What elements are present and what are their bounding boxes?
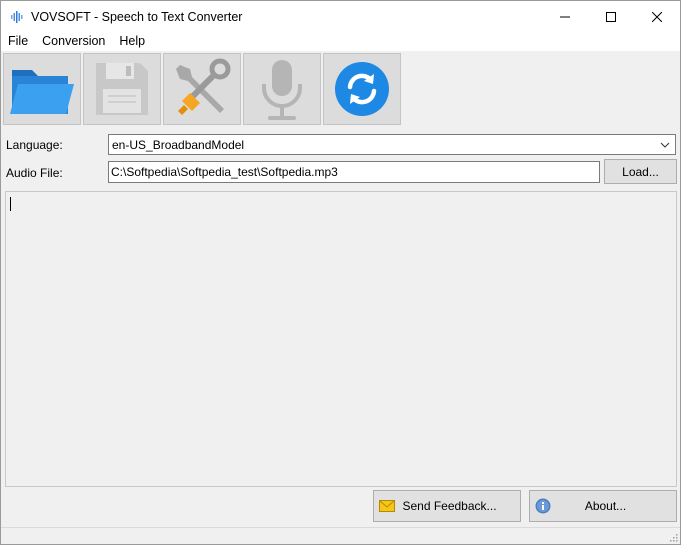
menu-help[interactable]: Help xyxy=(112,32,152,51)
floppy-disk-icon xyxy=(96,63,148,115)
about-button[interactable]: About... xyxy=(529,490,677,522)
audio-file-input[interactable] xyxy=(108,161,600,183)
minimize-button[interactable] xyxy=(542,1,588,32)
window-controls xyxy=(542,1,680,32)
window-title: VOVSOFT - Speech to Text Converter xyxy=(31,9,243,24)
transcription-textarea[interactable] xyxy=(5,191,677,487)
settings-button[interactable] xyxy=(163,53,241,125)
menu-bar: File Conversion Help xyxy=(1,32,680,51)
envelope-icon xyxy=(379,498,395,514)
info-icon xyxy=(535,498,551,514)
menu-file[interactable]: File xyxy=(1,32,35,51)
refresh-icon xyxy=(335,62,389,116)
folder-open-icon xyxy=(10,70,74,114)
save-button[interactable] xyxy=(83,53,161,125)
record-microphone-button[interactable] xyxy=(243,53,321,125)
title-bar[interactable]: VOVSOFT - Speech to Text Converter xyxy=(1,1,680,32)
convert-button[interactable] xyxy=(323,53,401,125)
send-feedback-label: Send Feedback... xyxy=(402,499,497,513)
app-logo-icon xyxy=(9,9,25,25)
load-button[interactable]: Load... xyxy=(604,159,677,184)
minimize-icon xyxy=(560,16,570,17)
language-select-value: en-US_BroadbandModel xyxy=(112,137,245,152)
microphone-icon xyxy=(262,60,302,120)
send-feedback-button[interactable]: Send Feedback... xyxy=(373,490,521,522)
menu-conversion[interactable]: Conversion xyxy=(35,32,112,51)
resize-grip-icon[interactable] xyxy=(668,532,678,542)
language-label: Language: xyxy=(6,138,63,152)
app-window: VOVSOFT - Speech to Text Converter File … xyxy=(0,0,681,545)
audio-file-label: Audio File: xyxy=(6,166,63,180)
open-file-button[interactable] xyxy=(3,53,81,125)
status-bar xyxy=(1,527,680,544)
maximize-icon xyxy=(606,11,616,22)
tools-icon xyxy=(176,58,231,115)
close-button[interactable] xyxy=(634,1,680,32)
about-label: About... xyxy=(584,499,627,513)
language-select[interactable]: en-US_BroadbandModel xyxy=(108,134,676,155)
close-icon xyxy=(652,11,662,22)
maximize-button[interactable] xyxy=(588,1,634,32)
text-caret xyxy=(10,197,11,211)
toolbar xyxy=(3,53,403,125)
chevron-down-icon xyxy=(660,142,670,148)
